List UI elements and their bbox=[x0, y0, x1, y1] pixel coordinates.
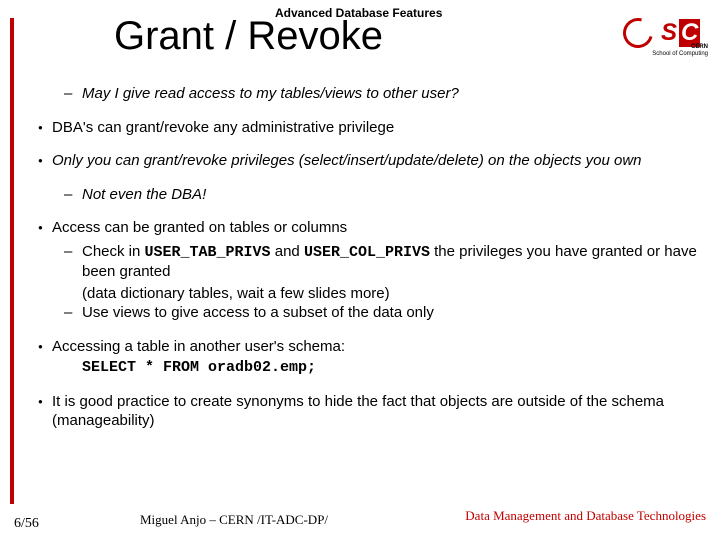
page-number: 6/56 bbox=[14, 516, 39, 532]
bullet-dba-grant: DBA's can grant/revoke any administrativ… bbox=[52, 118, 702, 138]
sub-use-views: Use views to give access to a subset of … bbox=[82, 303, 702, 323]
bullet-synonyms: It is good practice to create synonyms t… bbox=[52, 392, 702, 431]
bullet-other-schema: Accessing a table in another user's sche… bbox=[52, 337, 702, 357]
slide-body: May I give read access to my tables/view… bbox=[38, 84, 702, 445]
intro-question: May I give read access to my tables/view… bbox=[82, 84, 702, 104]
slide-title: Grant / Revoke bbox=[114, 14, 383, 59]
code-select-example: SELECT * FROM oradb02.emp; bbox=[82, 358, 702, 378]
logo-subtitle: CERNSchool of Computing bbox=[652, 44, 708, 57]
sub-check-privs: Check in USER_TAB_PRIVS and USER_COL_PRI… bbox=[82, 242, 702, 282]
sub-check-privs-note: (data dictionary tables, wait a few slid… bbox=[82, 284, 702, 304]
footer: 6/56 Miguel Anjo – CERN /IT-ADC-DP/ Data… bbox=[0, 510, 720, 534]
footer-topic: Data Management and Database Technologie… bbox=[465, 508, 706, 524]
bullet-access-tables: Access can be granted on tables or colum… bbox=[52, 218, 702, 238]
footer-author: Miguel Anjo – CERN /IT-ADC-DP/ bbox=[140, 512, 328, 528]
sub-not-dba: Not even the DBA! bbox=[82, 185, 702, 205]
accent-bar bbox=[10, 18, 14, 504]
bullet-owner-grant: Only you can grant/revoke privileges (se… bbox=[52, 151, 702, 171]
